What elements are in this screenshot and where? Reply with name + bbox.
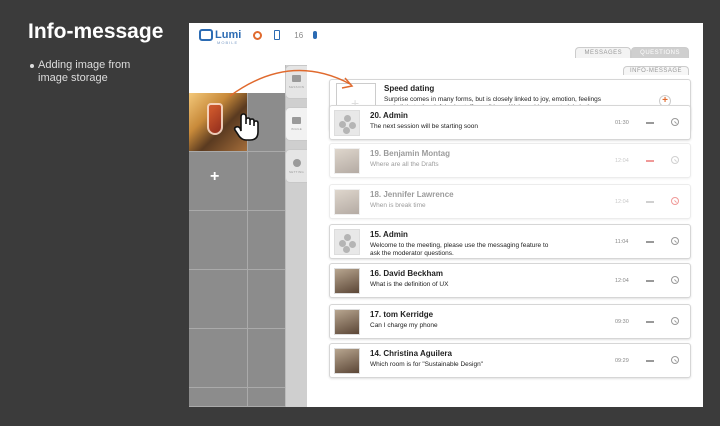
hand-cursor-icon [233, 113, 259, 141]
top-bar: Lumi MOBILE 16 [189, 23, 703, 47]
camera-icon [292, 117, 301, 124]
logo-icon [199, 29, 213, 41]
add-image-button[interactable]: + [210, 169, 219, 185]
wine-glass-image [207, 103, 223, 135]
sidebar-tab-label: IMAGE [290, 127, 303, 131]
bullet-text: Adding image from image storage [30, 59, 160, 85]
message-list: 20. Admin The next session will be starti… [329, 79, 691, 407]
hide-button[interactable] [646, 201, 654, 203]
hide-button[interactable] [646, 160, 654, 162]
message-text: The next session will be starting soon [370, 123, 479, 130]
message-text: Where are all the Drafts [370, 161, 439, 168]
message-card[interactable]: 18. Jennifer Lawrence When is break time 1… [329, 184, 691, 219]
grid-cell[interactable] [189, 211, 248, 270]
message-card[interactable]: 14. Christina Aguilera Which room is for … [329, 343, 691, 378]
message-time: 12:04 [615, 158, 629, 164]
block-icon[interactable] [671, 118, 679, 126]
avatar [334, 348, 360, 374]
block-icon[interactable] [671, 156, 679, 164]
bullet-icon [30, 64, 34, 68]
message-card[interactable]: 19. Benjamin Montag Where are all the Dra… [329, 143, 691, 178]
block-icon[interactable] [671, 197, 679, 205]
avatar [334, 309, 360, 335]
avatar [334, 148, 360, 174]
sidebar-tab-setting[interactable]: SETTING [285, 149, 307, 183]
grid-cell[interactable] [189, 388, 248, 407]
participant-count: 16 [294, 30, 304, 40]
message-card[interactable]: 16. David Beckham What is the definition … [329, 263, 691, 298]
hide-button[interactable] [646, 280, 654, 282]
message-time: 11:04 [615, 239, 629, 245]
avatar [334, 189, 360, 215]
message-author: 14. Christina Aguilera [370, 349, 452, 358]
message-author: 16. David Beckham [370, 269, 443, 278]
sidebar-tab-session[interactable]: SESSION [285, 65, 307, 99]
message-author: 19. Benjamin Montag [370, 149, 451, 158]
grid-cell[interactable] [189, 329, 248, 388]
gear-icon [292, 158, 301, 167]
message-time: 12:04 [615, 199, 629, 205]
message-card[interactable]: 20. Admin The next session will be starti… [329, 105, 691, 140]
block-icon[interactable] [671, 276, 679, 284]
hide-button[interactable] [646, 360, 654, 362]
avatar [334, 268, 360, 294]
hide-button[interactable] [646, 241, 654, 243]
bullet-label: Adding image from image storage [38, 59, 131, 84]
admin-logo-icon [334, 229, 360, 255]
message-author: 15. Admin [370, 230, 408, 239]
app-frame: Lumi MOBILE 16 MESSAGES QUESTIONS INFO-M… [189, 23, 703, 407]
message-time: 09:30 [615, 319, 629, 325]
message-author: 18. Jennifer Lawrence [370, 190, 454, 199]
hide-button[interactable] [646, 321, 654, 323]
block-icon[interactable] [671, 317, 679, 325]
ring-icon[interactable] [253, 30, 263, 40]
tab-info-message[interactable]: INFO-MESSAGE [622, 66, 689, 75]
sidebar-tab-label: SESSION [288, 85, 305, 89]
message-card[interactable]: 17. tom Kerridge Can I charge my phone 09:… [329, 304, 691, 339]
tab-messages[interactable]: MESSAGES [575, 47, 632, 58]
block-icon[interactable] [671, 356, 679, 364]
tab-questions[interactable]: QUESTIONS [631, 47, 689, 58]
message-text: When is break time [370, 202, 426, 209]
logo-subtext: MOBILE [217, 40, 239, 45]
grid-cell[interactable] [189, 270, 248, 329]
message-time: 01:30 [615, 120, 629, 126]
sidebar-tab-image[interactable]: IMAGE [285, 107, 307, 141]
message-text: Welcome to the meeting, please use the m… [370, 242, 549, 257]
message-author: 20. Admin [370, 111, 408, 120]
admin-logo-icon [334, 110, 360, 136]
folder-icon [292, 75, 301, 82]
phone-icon[interactable] [274, 30, 281, 40]
sidebar-tab-label: SETTING [288, 169, 305, 174]
message-author: 17. tom Kerridge [370, 310, 434, 319]
message-text: Can I charge my phone [370, 322, 438, 329]
microphone-icon[interactable] [313, 31, 318, 39]
message-card[interactable]: 15. Admin Welcome to the meeting, please … [329, 224, 691, 259]
message-text: What is the definition of UX [370, 281, 449, 288]
block-icon[interactable] [671, 237, 679, 245]
message-time: 12:04 [615, 278, 629, 284]
message-time: 09:29 [615, 358, 629, 364]
tab-bar: MESSAGES QUESTIONS [575, 47, 689, 58]
slide-title: Info-message [28, 20, 164, 43]
hide-button[interactable] [646, 122, 654, 124]
message-text: Which room is for "Sustainable Design" [370, 361, 483, 368]
